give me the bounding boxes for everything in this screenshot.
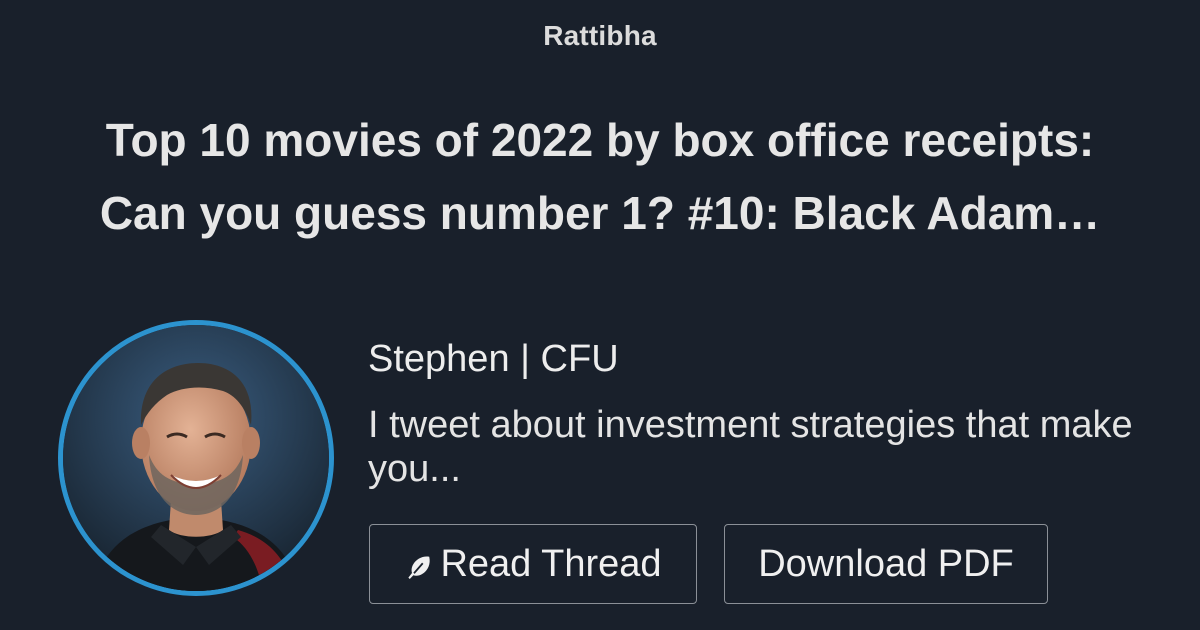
author-bio: I tweet about investment strategies that… xyxy=(368,404,1133,490)
download-pdf-button[interactable]: Download PDF xyxy=(724,524,1048,604)
author-name: Stephen | CFU xyxy=(368,338,619,380)
author-avatar xyxy=(58,320,334,596)
read-thread-button[interactable]: Read Thread xyxy=(369,524,697,604)
avatar-portrait-icon xyxy=(63,325,329,591)
thread-title: Top 10 movies of 2022 by box office rece… xyxy=(99,114,1101,239)
download-pdf-label: Download PDF xyxy=(758,542,1014,585)
read-thread-label: Read Thread xyxy=(440,542,662,585)
site-name: Rattibha xyxy=(543,20,657,51)
feather-icon xyxy=(408,556,431,579)
